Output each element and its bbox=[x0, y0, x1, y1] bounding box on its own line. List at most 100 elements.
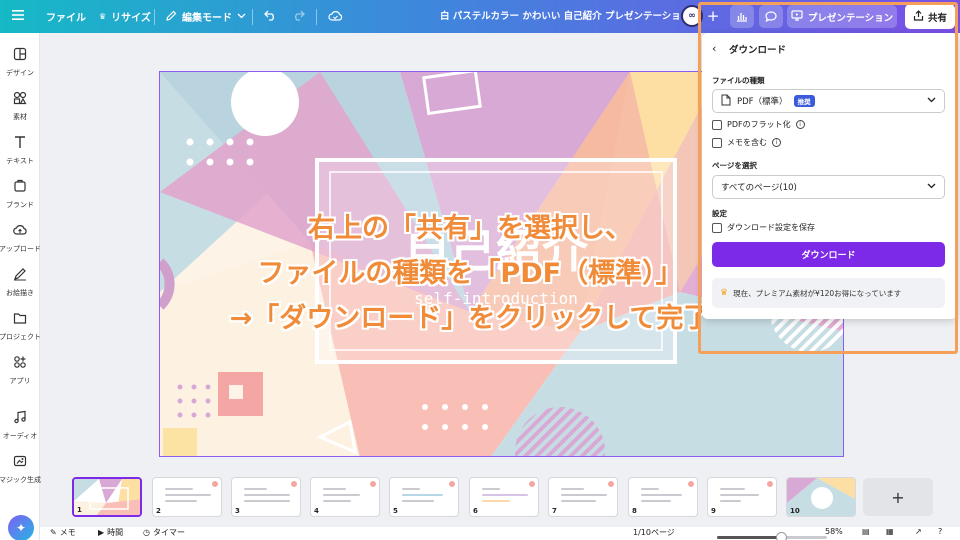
document-title[interactable]: 白 パステルカラー かわいい 自己紹介 プレゼンテーション bbox=[440, 0, 690, 33]
flatten-pdf-option[interactable]: PDFのフラット化 i bbox=[712, 119, 805, 130]
notes-button[interactable]: ✎ メモ bbox=[50, 527, 76, 538]
page-thumbnail[interactable]: 9 bbox=[707, 477, 777, 517]
include-notes-checkbox[interactable] bbox=[712, 137, 722, 148]
page-thumbnail[interactable]: 5 bbox=[389, 477, 459, 517]
magic-assistant-button[interactable]: ✦ bbox=[8, 515, 34, 540]
page-thumbnail[interactable]: 1 bbox=[72, 477, 142, 517]
pencil-icon bbox=[166, 10, 177, 24]
page-number: 5 bbox=[393, 507, 398, 515]
thumbnail-content bbox=[482, 488, 528, 506]
decoration bbox=[688, 481, 694, 487]
file-type-label: ファイルの種類 bbox=[712, 76, 765, 85]
sidebar-item-projects[interactable]: プロジェクト bbox=[0, 310, 41, 350]
sidebar-item-label: お絵描き bbox=[6, 289, 34, 297]
thumbnail-content bbox=[720, 488, 766, 506]
cloud-save-status[interactable] bbox=[328, 0, 343, 33]
resize-label: リサイズ bbox=[111, 13, 151, 24]
zoom-value: 58% bbox=[825, 527, 843, 536]
page-thumbnail[interactable]: 7 bbox=[548, 477, 618, 517]
sidebar-item-text[interactable]: テキスト bbox=[0, 134, 40, 174]
cloud-icon bbox=[328, 10, 343, 24]
decoration bbox=[767, 481, 773, 487]
panel-title: ダウンロード bbox=[729, 45, 787, 56]
timer-button[interactable]: ◷ タイマー bbox=[143, 527, 185, 538]
sidebar-item-design[interactable]: デザイン bbox=[0, 46, 40, 86]
help-icon: ? bbox=[938, 527, 943, 536]
add-collaborator-button[interactable]: + bbox=[705, 8, 721, 24]
decoration bbox=[449, 481, 455, 487]
back-button[interactable]: ‹ bbox=[712, 42, 716, 55]
redo-button[interactable] bbox=[292, 0, 305, 33]
page-number: 3 bbox=[235, 507, 240, 515]
elements-icon bbox=[13, 90, 27, 109]
notes-icon: ✎ bbox=[50, 528, 57, 537]
chevron-down-icon bbox=[927, 182, 936, 192]
sidebar-item-label: マジック生成 bbox=[0, 476, 41, 484]
sidebar-item-draw[interactable]: お絵描き bbox=[0, 266, 40, 306]
sidebar-item-elements[interactable]: 素材 bbox=[0, 90, 40, 130]
flatten-pdf-checkbox[interactable] bbox=[712, 119, 722, 130]
page-thumbnail[interactable]: 3 bbox=[231, 477, 301, 517]
comments-button[interactable] bbox=[759, 5, 783, 28]
info-icon[interactable]: i bbox=[772, 138, 781, 147]
page-select-value: すべてのページ(10) bbox=[721, 183, 797, 193]
insights-button[interactable] bbox=[730, 5, 754, 28]
present-icon bbox=[791, 9, 803, 24]
page-select[interactable]: すべてのページ(10) bbox=[712, 175, 945, 199]
share-button[interactable]: 共有 bbox=[905, 4, 955, 29]
info-icon[interactable]: i bbox=[795, 120, 805, 129]
save-settings-option[interactable]: ダウンロード設定を保存 bbox=[712, 222, 815, 233]
present-button[interactable]: プレゼンテーション bbox=[787, 5, 897, 28]
thumbnail-content bbox=[561, 488, 607, 506]
include-notes-option[interactable]: メモを含む i bbox=[712, 137, 781, 148]
page-thumbnail[interactable]: 2 bbox=[152, 477, 222, 517]
avatar[interactable]: ∞ bbox=[681, 5, 703, 27]
undo-button[interactable] bbox=[264, 0, 277, 33]
sidebar-item-magic[interactable]: マジック生成 bbox=[0, 453, 41, 493]
download-button[interactable]: ダウンロード bbox=[712, 242, 945, 267]
resize-menu[interactable]: ♛ リサイズ bbox=[99, 0, 151, 33]
zoom-level[interactable]: 58% bbox=[825, 527, 843, 536]
page-indicator[interactable]: 1/10ページ bbox=[633, 527, 675, 538]
duration-button[interactable]: ▶ 時間 bbox=[98, 527, 123, 538]
fullscreen-button[interactable]: ↗ bbox=[915, 527, 922, 536]
premium-promo[interactable]: ♛ 現在、プレミアム素材が¥120お得になっています bbox=[712, 278, 945, 308]
decoration bbox=[370, 481, 376, 487]
text-icon bbox=[13, 134, 27, 153]
page-select-label: ページを選択 bbox=[712, 161, 757, 170]
file-type-select[interactable]: PDF（標準） 推奨 bbox=[712, 89, 945, 113]
bottom-bar: ✎ メモ ▶ 時間 ◷ タイマー 1/10ページ 58% ▤ ▦ ↗ ? bbox=[40, 527, 960, 540]
promo-text: 現在、プレミアム素材が¥120お得になっています bbox=[733, 288, 902, 298]
file-menu-label: ファイル bbox=[46, 13, 86, 24]
page-thumbnail[interactable]: 8 bbox=[628, 477, 698, 517]
comment-icon bbox=[765, 7, 777, 26]
flatten-pdf-label: PDFのフラット化 bbox=[727, 120, 791, 129]
decoration bbox=[212, 481, 218, 487]
grid-view-button[interactable]: ▤ bbox=[862, 527, 870, 536]
sidebar-item-apps[interactable]: アプリ bbox=[0, 354, 40, 394]
page-number: 9 bbox=[711, 507, 716, 515]
thumbnail-art bbox=[74, 479, 140, 515]
zoom-slider-handle[interactable] bbox=[776, 532, 787, 540]
save-settings-checkbox[interactable] bbox=[712, 222, 722, 233]
sidebar-item-audio[interactable]: オーディオ bbox=[0, 409, 40, 449]
play-icon: ▶ bbox=[98, 528, 105, 537]
folder-icon bbox=[13, 310, 27, 329]
page-thumbnail[interactable]: 6 bbox=[469, 477, 539, 517]
add-page-button[interactable]: + bbox=[863, 478, 933, 516]
edit-mode-dropdown[interactable]: 編集モード bbox=[166, 0, 246, 33]
page-thumbnail[interactable]: 4 bbox=[310, 477, 380, 517]
sidebar-item-upload[interactable]: アップロード bbox=[0, 222, 41, 262]
menu-button[interactable] bbox=[12, 0, 24, 33]
sidebar-item-brand[interactable]: ブランド bbox=[0, 178, 40, 218]
page-thumbnail[interactable]: 10 bbox=[786, 477, 856, 517]
notes-label: メモ bbox=[59, 528, 76, 537]
sidebar-item-label: テキスト bbox=[6, 157, 34, 165]
help-button[interactable]: ? bbox=[938, 527, 942, 536]
share-label: 共有 bbox=[927, 12, 947, 24]
sidebar-item-label: 素材 bbox=[13, 113, 27, 121]
pages-count-button[interactable]: ▦ bbox=[886, 527, 894, 536]
page-number: 2 bbox=[156, 507, 161, 515]
file-menu[interactable]: ファイル bbox=[46, 0, 86, 33]
zoom-slider[interactable] bbox=[717, 532, 827, 540]
